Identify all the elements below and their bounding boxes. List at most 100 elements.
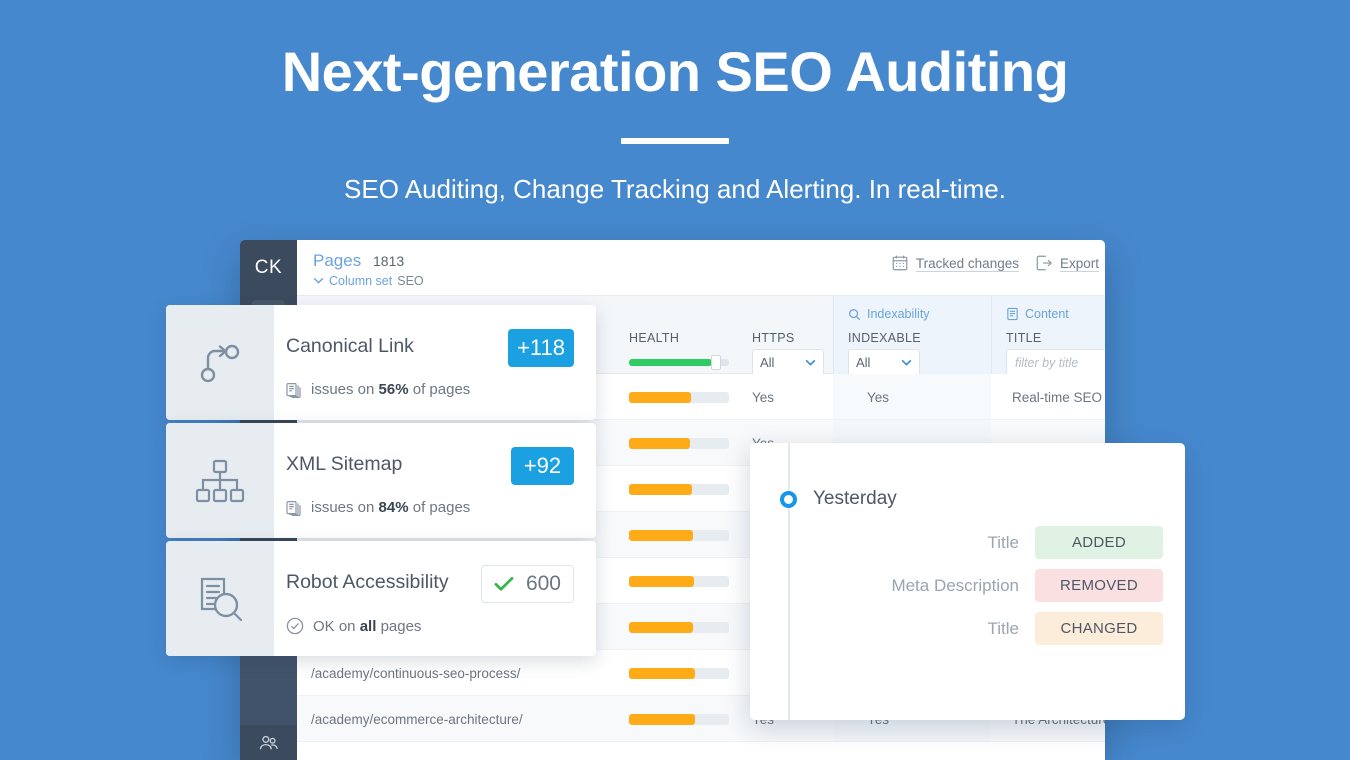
timeline-day-label: Yesterday <box>813 488 897 509</box>
cell-https: Yes <box>752 389 775 405</box>
card-badge[interactable]: +92 <box>511 447 574 485</box>
cell-url[interactable]: /academy/ecommerce-architecture/ <box>311 696 611 742</box>
pages-title[interactable]: Pages <box>313 251 361 271</box>
check-icon <box>494 576 514 592</box>
cell-health <box>629 466 739 512</box>
content-group-label: Content <box>1006 307 1069 321</box>
sidebar-active-section <box>240 655 297 725</box>
chevron-down-icon <box>313 277 324 284</box>
https-select[interactable]: All <box>752 349 824 376</box>
card-badge[interactable]: 600 <box>480 565 574 603</box>
hero-section: Next-generation SEO Auditing SEO Auditin… <box>0 0 1350 205</box>
slider-fill <box>629 359 712 366</box>
health-bar-fill <box>629 529 693 541</box>
card-robot-accessibility[interactable]: Robot Accessibility OK on all pages 600 <box>166 541 596 656</box>
health-bar-fill <box>629 621 693 633</box>
card-sub-value: 84% <box>378 499 409 516</box>
cell-health <box>629 420 739 466</box>
health-bar <box>629 437 729 449</box>
cell-health <box>629 696 739 742</box>
timeline-rail <box>788 443 790 720</box>
card-subtitle: issues on 56% of pages <box>286 381 470 398</box>
health-bar <box>629 713 729 725</box>
column-header-https: HTTPS <box>752 331 795 345</box>
pages-icon <box>286 499 302 516</box>
tracked-changes-button[interactable]: Tracked changes <box>891 254 1019 272</box>
filter-group-indexability: Indexability INDEXABLE All <box>833 296 991 376</box>
tracked-changes-label: Tracked changes <box>915 255 1019 271</box>
health-bar-fill <box>629 483 692 495</box>
title-divider <box>621 138 729 144</box>
card-sub-prefix: OK on <box>313 617 356 635</box>
card-sub-value: 56% <box>378 381 409 398</box>
change-row[interactable]: Meta Description REMOVED <box>813 569 1163 602</box>
card-sub-prefix: issues on <box>311 499 375 516</box>
health-bar-fill <box>629 437 690 449</box>
change-list: Title ADDED Meta Description REMOVED Tit… <box>813 526 1163 655</box>
column-set-selector[interactable]: Column set SEO <box>313 274 424 288</box>
header-actions: Tracked changes Export <box>891 254 1099 272</box>
indexable-select[interactable]: All <box>848 349 920 376</box>
pages-count: 1813 <box>373 253 405 269</box>
card-sub-suffix: pages <box>380 617 422 635</box>
health-bar <box>629 621 729 633</box>
canonical-link-icon <box>166 305 274 420</box>
card-xml-sitemap[interactable]: XML Sitemap issues on 84% of pages +92 <box>166 423 596 538</box>
status-badge: CHANGED <box>1035 612 1163 645</box>
people-icon[interactable] <box>240 725 297 760</box>
card-canonical-link[interactable]: Canonical Link issues on 56% of pages +1… <box>166 305 596 420</box>
document-icon <box>1006 307 1019 321</box>
health-bar-fill <box>629 667 695 679</box>
health-bar <box>629 575 729 587</box>
card-title: Robot Accessibility <box>286 571 449 593</box>
export-label: Export <box>1059 255 1099 271</box>
timeline-dot <box>780 491 797 508</box>
status-badge: REMOVED <box>1035 569 1163 602</box>
card-subtitle: issues on 84% of pages <box>286 499 470 516</box>
cell-health <box>629 558 739 604</box>
pages-icon <box>286 381 302 398</box>
cell-health <box>629 512 739 558</box>
health-bar-fill <box>629 713 695 725</box>
column-header-health: HEALTH <box>629 331 680 345</box>
card-title: XML Sitemap <box>286 453 403 475</box>
card-sub-suffix: of pages <box>412 499 471 516</box>
cell-indexable: Yes <box>867 389 890 405</box>
health-bar-fill <box>629 391 691 403</box>
health-bar-fill <box>629 575 694 587</box>
card-sub-value: all <box>359 617 377 635</box>
chevron-down-icon <box>805 359 816 366</box>
avatar[interactable]: CK <box>240 240 297 296</box>
change-field-label: Title <box>987 618 1020 638</box>
health-bar <box>629 483 729 495</box>
https-select-value: All <box>760 355 775 370</box>
slider-knob[interactable] <box>711 355 721 370</box>
indexability-group-label: Indexability <box>848 307 930 321</box>
column-header-title: TITLE <box>1006 331 1042 345</box>
change-row[interactable]: Title ADDED <box>813 526 1163 559</box>
card-sub-prefix: issues on <box>311 381 375 398</box>
robot-accessibility-icon <box>166 541 274 656</box>
export-button[interactable]: Export <box>1035 254 1099 272</box>
title-filter-input[interactable]: filter by title <box>1006 349 1105 376</box>
card-sub-suffix: of pages <box>412 381 471 398</box>
card-badge-value: 600 <box>525 572 561 595</box>
change-row[interactable]: Title CHANGED <box>813 612 1163 645</box>
health-range-slider[interactable] <box>629 354 733 370</box>
calendar-icon <box>891 254 909 272</box>
tracked-changes-panel: Yesterday Title ADDED Meta Description R… <box>750 443 1185 720</box>
filter-group-content: Content TITLE filter by title <box>991 296 1105 376</box>
card-title: Canonical Link <box>286 335 414 357</box>
filter-health: HEALTH <box>629 296 752 374</box>
cell-health <box>629 604 739 650</box>
card-badge[interactable]: +118 <box>508 329 574 367</box>
sitemap-icon <box>166 423 274 538</box>
indexable-select-value: All <box>856 355 871 370</box>
title-filter-placeholder: filter by title <box>1015 355 1079 370</box>
content-group-name: Content <box>1025 307 1069 321</box>
health-bar <box>629 529 729 541</box>
check-circle-icon <box>286 617 304 635</box>
indexability-group-name: Indexability <box>867 307 930 321</box>
health-bar <box>629 391 729 403</box>
cell-health <box>629 374 739 420</box>
